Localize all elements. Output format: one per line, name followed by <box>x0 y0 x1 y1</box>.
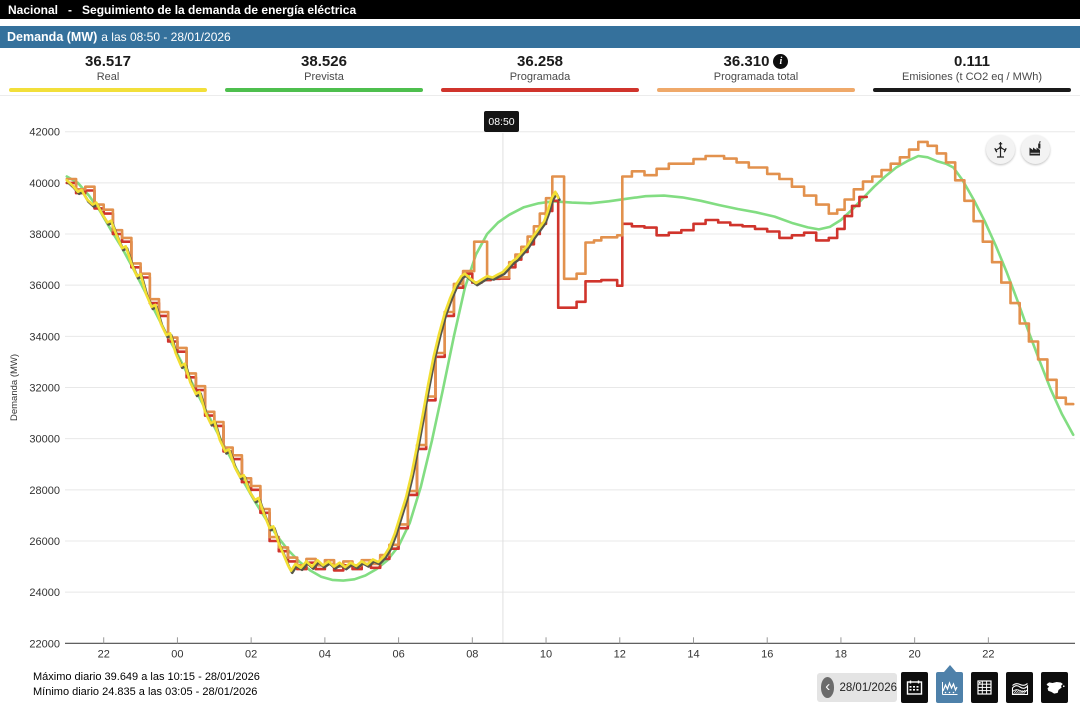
map-view-button[interactable] <box>1041 672 1068 703</box>
daily-min-text: Mínimo diario 24.835 a las 03:05 - 28/01… <box>33 686 258 698</box>
time-tooltip: 08:50 <box>484 111 519 132</box>
factory-icon <box>1029 141 1041 156</box>
y-axis-label: 28000 <box>29 485 60 497</box>
x-axis-label: 22 <box>98 648 110 660</box>
series-programada-total <box>65 140 1075 568</box>
x-axis-label: 04 <box>319 648 331 660</box>
demand-chart[interactable]: 42000 40000 38000 36000 34000 32000 30000 28000… <box>0 0 1080 716</box>
y-axis-label: 42000 <box>29 127 60 139</box>
y-axis-label: 38000 <box>29 229 60 241</box>
y-axis-label: 24000 <box>29 587 60 599</box>
y-axis-label: 30000 <box>29 434 60 446</box>
x-axis-label: 00 <box>171 648 183 660</box>
emissions-factory-button[interactable] <box>1021 135 1050 164</box>
spain-map-icon <box>1046 682 1065 694</box>
x-axis-label: 10 <box>540 648 552 660</box>
active-view-pointer <box>944 665 956 672</box>
y-axis-label: 36000 <box>29 280 60 292</box>
x-axis-label: 06 <box>392 648 404 660</box>
series-prevista <box>65 154 1075 582</box>
table-view-button[interactable] <box>971 672 998 703</box>
calendar-view-button[interactable] <box>901 672 928 703</box>
current-date: 28/01/2026 <box>839 681 897 694</box>
x-axis-label: 12 <box>614 648 626 660</box>
stacked-area-view-button[interactable] <box>1006 672 1033 703</box>
y-axis-label: 32000 <box>29 383 60 395</box>
y-axis-label: 40000 <box>29 178 60 190</box>
daily-max-text: Máximo diario 39.649 a las 10:15 - 28/01… <box>33 671 260 683</box>
x-axis-label: 08 <box>466 648 478 660</box>
y-axis-label: 34000 <box>29 331 60 343</box>
wind-turbine-icon <box>994 142 1007 158</box>
line-chart-icon <box>941 681 958 695</box>
x-axis-label: 14 <box>687 648 699 660</box>
calendar-icon <box>906 680 923 695</box>
graph-view-button[interactable] <box>936 672 963 703</box>
y-axis-label: 26000 <box>29 536 60 548</box>
date-selector[interactable]: ‹ 28/01/2026 <box>817 673 897 702</box>
wind-generation-button[interactable] <box>986 135 1015 164</box>
x-axis-label: 20 <box>909 648 921 660</box>
x-axis-label: 02 <box>245 648 257 660</box>
previous-day-button[interactable]: ‹ <box>821 677 835 698</box>
x-axis-label: 18 <box>835 648 847 660</box>
stacked-area-icon <box>1011 683 1028 696</box>
x-axis-label: 16 <box>761 648 773 660</box>
series-programada <box>65 181 868 572</box>
table-icon <box>977 680 992 695</box>
x-axis-label: 22 <box>982 648 994 660</box>
y-axis-label: 22000 <box>29 638 60 650</box>
y-axis-title: Demanda (MW) <box>9 354 20 421</box>
